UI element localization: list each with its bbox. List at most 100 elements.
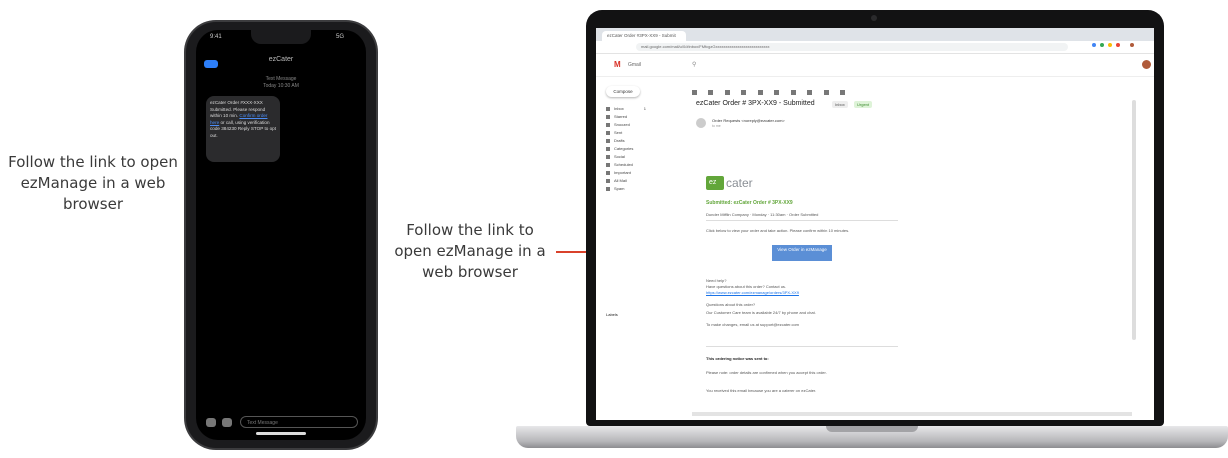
phone-notch bbox=[251, 30, 311, 44]
help-text: Have questions about this order? Contact… bbox=[706, 284, 787, 289]
sidebar-item-label: Snoozed bbox=[614, 122, 630, 127]
label-badge[interactable]: Urgent bbox=[854, 101, 873, 108]
browser-tabbar: ezCater Order #3PX-XX9 - Submit bbox=[596, 28, 1154, 41]
browser-tab[interactable]: ezCater Order #3PX-XX9 - Submit bbox=[602, 31, 686, 41]
extension-icon[interactable] bbox=[1092, 43, 1096, 47]
ezcater-logo-text: cater bbox=[726, 176, 753, 190]
sidebar-item-starred[interactable]: Starred bbox=[606, 114, 627, 121]
email-headline: Submitted: ezCater Order # 3PX-XX9 bbox=[706, 200, 793, 206]
nav-icon bbox=[606, 146, 610, 151]
camera-icon[interactable] bbox=[206, 418, 216, 427]
sidebar-item-all-mail[interactable]: All Mail bbox=[606, 178, 627, 185]
email-toolbar bbox=[692, 82, 1032, 95]
report-icon[interactable] bbox=[724, 90, 730, 95]
phone-screen: 9:41 5G ezCater Text Message Today 10:30… bbox=[196, 30, 366, 440]
gmail-logo-icon: M bbox=[614, 60, 621, 69]
browser-addressbar: mail.google.com/mail/u/0/#inbox/FMfcgzGx… bbox=[596, 41, 1154, 54]
horizontal-scrollbar[interactable] bbox=[692, 412, 1132, 416]
sidebar-item-social[interactable]: Social bbox=[606, 154, 625, 161]
nav-icon bbox=[606, 122, 610, 127]
scrollbar[interactable] bbox=[1132, 100, 1136, 340]
sidebar-item-important[interactable]: Important bbox=[606, 170, 631, 177]
sidebar-item-drafts[interactable]: Drafts bbox=[606, 138, 625, 145]
sidebar-item-snoozed[interactable]: Snoozed bbox=[606, 122, 630, 129]
mark-unread-icon[interactable] bbox=[757, 90, 763, 95]
sidebar-item-inbox[interactable]: Inbox 1 bbox=[606, 106, 646, 113]
status-time: 9:41 bbox=[210, 34, 222, 40]
phone-caption: Follow the link to open ezManage in a we… bbox=[8, 153, 178, 213]
laptop-display: ezCater Order #3PX-XX9 - Submit mail.goo… bbox=[586, 10, 1164, 426]
profile-icon[interactable] bbox=[1130, 43, 1134, 47]
sender-recipient: to me bbox=[712, 124, 721, 128]
laptop-screen: ezCater Order #3PX-XX9 - Submit mail.goo… bbox=[596, 28, 1154, 420]
sidebar-item-label: Important bbox=[614, 170, 631, 175]
nav-icon bbox=[606, 138, 610, 143]
sidebar-item-label: All Mail bbox=[614, 178, 627, 183]
questions-text: Questions about this order? bbox=[706, 302, 756, 307]
conversation-title: ezCater bbox=[268, 56, 294, 63]
divider bbox=[706, 346, 898, 347]
webcam bbox=[871, 15, 877, 21]
sms-bubble: ezCater Order #XXX-XXX Submitted. Please… bbox=[206, 96, 280, 162]
laptop-notch bbox=[826, 426, 918, 432]
gmail-brand: Gmail bbox=[628, 62, 642, 68]
archive-icon[interactable] bbox=[708, 90, 714, 95]
message-meta: Text Message Today 10:30 AM bbox=[196, 76, 366, 90]
back-icon[interactable] bbox=[692, 90, 697, 95]
nav-icon bbox=[606, 154, 610, 159]
label-icon[interactable] bbox=[823, 90, 829, 95]
view-order-button[interactable]: View Order in ezManage bbox=[772, 245, 832, 261]
nav-icon bbox=[606, 106, 610, 111]
extension-icon[interactable] bbox=[1108, 43, 1112, 47]
gmail-header: M Gmail ⚲ bbox=[596, 54, 1154, 77]
inbox-badge[interactable]: Inbox bbox=[832, 101, 848, 108]
avatar[interactable] bbox=[1142, 60, 1151, 69]
home-indicator bbox=[256, 432, 306, 435]
email-intro: Click below to view your order and take … bbox=[706, 228, 850, 233]
extension-icon[interactable] bbox=[1100, 43, 1104, 47]
nav-icon bbox=[606, 170, 610, 175]
delete-icon[interactable] bbox=[741, 90, 747, 95]
ezcater-logo-mark: ez bbox=[706, 176, 724, 190]
sender-avatar bbox=[696, 118, 706, 128]
sidebar-item-label: Starred bbox=[614, 114, 628, 119]
sms-text-end: or call, using verification code 384230 … bbox=[210, 119, 276, 138]
section-heading: This ordering notice was sent to: bbox=[706, 356, 769, 361]
nav-icon bbox=[606, 114, 610, 119]
footer-text: You received this email because you are … bbox=[706, 388, 817, 393]
search-icon[interactable]: ⚲ bbox=[692, 61, 696, 68]
sidebar-item-label: Sent bbox=[614, 130, 623, 135]
extension-icon[interactable] bbox=[1116, 43, 1120, 47]
task-icon[interactable] bbox=[790, 90, 796, 95]
nav-icon bbox=[606, 186, 610, 191]
sidebar-item-scheduled[interactable]: Scheduled bbox=[606, 162, 633, 169]
sidebar-item-categories[interactable]: Categories bbox=[606, 146, 633, 153]
contact-text: Our Customer Care team is available 24/7… bbox=[706, 310, 816, 315]
compose-button[interactable]: Compose bbox=[606, 86, 640, 97]
snooze-icon[interactable] bbox=[774, 90, 780, 95]
url-field[interactable]: mail.google.com/mail/u/0/#inbox/FMfcgzGx… bbox=[636, 43, 1068, 51]
sidebar-item-label: Social bbox=[614, 154, 625, 159]
status-signal: 5G bbox=[336, 34, 345, 40]
sidebar-item-label: Scheduled bbox=[614, 162, 633, 167]
sidebar-item-spam[interactable]: Spam bbox=[606, 186, 624, 193]
message-type: Text Message bbox=[265, 76, 297, 82]
nav-icon bbox=[606, 130, 610, 135]
nav-icon bbox=[606, 178, 610, 183]
help-link[interactable]: https://www.ezcater.com/ezmanage/orders/… bbox=[706, 290, 799, 295]
move-icon[interactable] bbox=[807, 90, 813, 95]
sidebar-item-count: 1 bbox=[643, 106, 647, 111]
sidebar-item-label: Spam bbox=[614, 186, 625, 191]
sidebar-item-label: Inbox bbox=[614, 106, 624, 111]
sidebar-item-sent[interactable]: Sent bbox=[606, 130, 622, 137]
laptop-caption: Follow the link to open ezManage in a we… bbox=[394, 221, 546, 281]
footer-text: Please note: order details are confirmed… bbox=[706, 370, 827, 375]
order-details: Dunder Mifflin Company · Monday · 11:30a… bbox=[706, 212, 819, 217]
nav-icon bbox=[606, 162, 610, 167]
more-icon[interactable] bbox=[840, 90, 846, 95]
message-time: Today 10:30 AM bbox=[263, 83, 299, 89]
divider bbox=[706, 220, 898, 221]
message-input[interactable]: Text Message bbox=[240, 416, 358, 428]
apps-icon[interactable] bbox=[222, 418, 232, 427]
email-support-text: To make changes, email us at support@ezc… bbox=[706, 322, 799, 327]
